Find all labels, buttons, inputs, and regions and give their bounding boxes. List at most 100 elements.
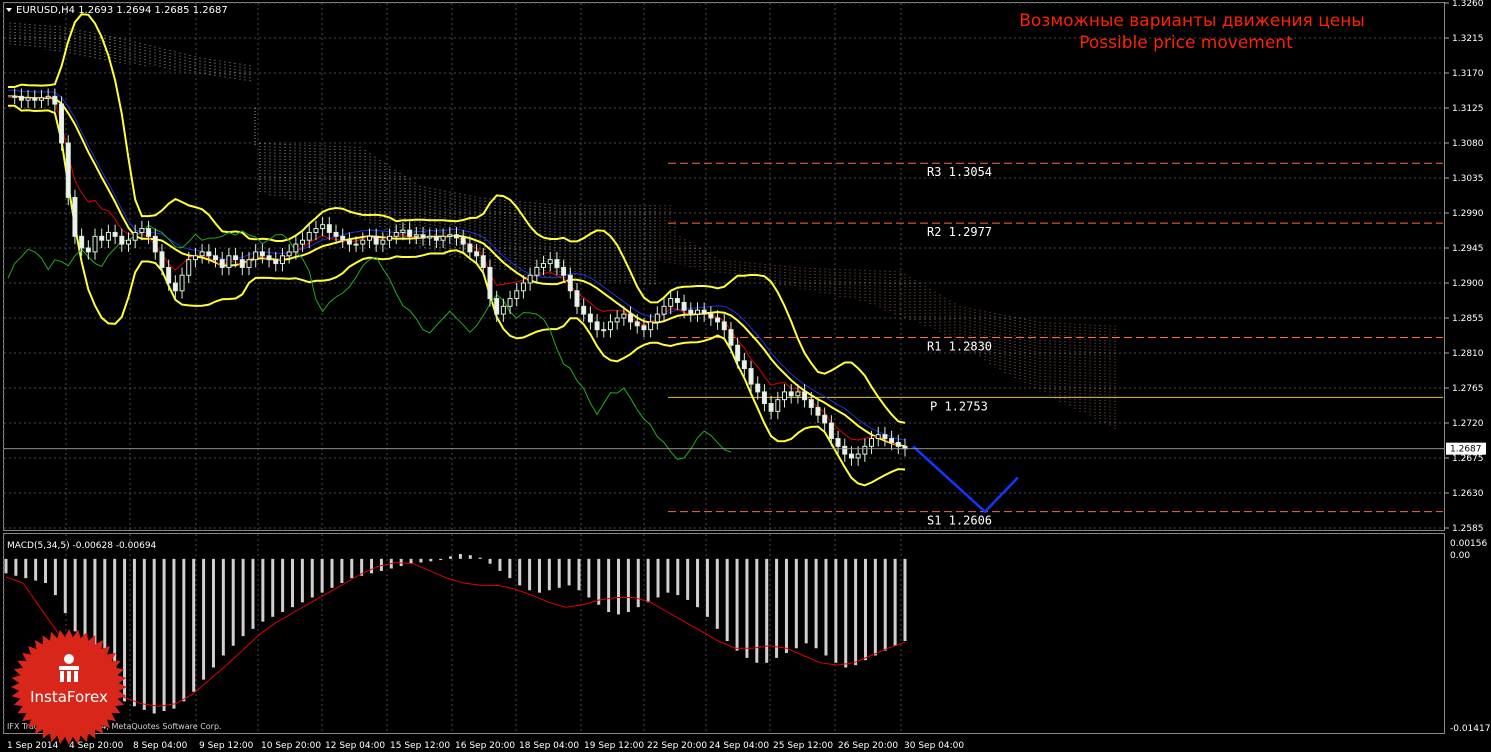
y-tick-label: 1.2675 (1452, 454, 1484, 464)
candle-bear (18, 95, 24, 101)
candle-bear (628, 313, 634, 323)
candle-bear (735, 344, 741, 362)
candle-bear (641, 325, 647, 331)
candle-bull (795, 391, 801, 397)
candle-bull (125, 239, 131, 245)
y-tick-label: 1.3125 (1452, 104, 1484, 114)
candle-bear (634, 321, 640, 327)
x-tick-label: 19 Sep 12:00 (584, 741, 644, 751)
candle-bear (166, 266, 172, 284)
candle-bull (855, 453, 861, 459)
candle-bull (12, 95, 18, 98)
y-tick-label: 1.2810 (1452, 349, 1484, 359)
macd-scale-bottom: -0.01417 (1450, 724, 1490, 734)
candle-bull (668, 298, 674, 307)
candle-bear (206, 251, 212, 257)
candle-bear (159, 251, 165, 268)
candle-bull (427, 235, 433, 239)
candle-bear (420, 234, 426, 239)
candle-bull (186, 259, 192, 276)
y-tick-label: 1.2855 (1452, 314, 1484, 324)
candle-bull (387, 235, 393, 241)
y-tick-label: 1.2720 (1452, 419, 1484, 429)
candle-bear (882, 434, 888, 440)
candle-bull (782, 391, 788, 401)
candle-bear (688, 309, 694, 315)
y-tick-label: 1.2945 (1452, 244, 1484, 254)
candle-bear (808, 399, 814, 408)
chart-canvas: R3 1.3054 R2 1.2977 R1 1.2830 P 1.2753 S1 1.… (0, 0, 1491, 752)
candle-bear (346, 239, 352, 245)
candle-bull (413, 234, 419, 237)
x-tick-label: 26 Sep 20:00 (838, 741, 898, 751)
candle-bull (38, 97, 44, 101)
candle-bear (755, 383, 761, 393)
candle-bull (648, 321, 654, 331)
candle-bear (433, 235, 439, 241)
candle-bull (139, 228, 145, 233)
candle-bear (567, 274, 573, 292)
candle-bear (554, 259, 560, 268)
y-tick-label: 1.3170 (1452, 69, 1484, 79)
candle-bull (601, 329, 607, 332)
candle-bear (674, 298, 680, 303)
candle-bull (380, 239, 386, 245)
candle-bear (708, 313, 714, 319)
y-tick-label: 1.2900 (1452, 279, 1484, 289)
pivot-label-r3: R3 1.3054 (927, 165, 992, 179)
candle-bear (802, 391, 808, 401)
candle-bull (199, 251, 205, 257)
candle-bear (146, 228, 152, 237)
candle-bear (32, 97, 38, 101)
macd-scale-top: 0.00156 (1450, 539, 1487, 549)
candle-bear (172, 282, 178, 292)
candle-bear (842, 445, 848, 455)
y-tick-label: 1.3260 (1452, 0, 1484, 9)
candle-bull (293, 243, 299, 253)
candle-bull (360, 239, 366, 245)
macd-label: MACD(5,34,5) -0.00628 -0.00694 (7, 541, 157, 551)
candle-bear (239, 259, 245, 268)
candle-bull (393, 231, 399, 237)
candle-bull (547, 259, 553, 265)
candle-bear (494, 298, 500, 315)
candle-bear (574, 290, 580, 307)
candle-bull (614, 317, 620, 323)
candle-bear (581, 305, 587, 315)
candle-bull (440, 235, 446, 241)
candle-bear (266, 255, 272, 261)
x-tick-label: 15 Sep 12:00 (390, 741, 450, 751)
y-tick-label: 1.3080 (1452, 139, 1484, 149)
candle-bear (895, 441, 901, 447)
pivot-label-s1: S1 1.2606 (927, 514, 992, 528)
candle-bull (507, 298, 513, 307)
candle-bear (454, 234, 459, 239)
time-axis: 1 Sep 2014 4 Sep 20:00 8 Sep 04:00 9 Sep 12… (7, 741, 964, 751)
symbol-info: EURUSD,H4 1.2693 1.2694 1.2685 1.2687 (16, 5, 228, 16)
pivot-label-r1: R1 1.2830 (927, 339, 992, 353)
candle-bull (607, 321, 613, 331)
candle-bull (366, 235, 372, 241)
candle-bull (306, 231, 312, 241)
x-tick-label: 30 Sep 04:00 (904, 741, 964, 751)
x-tick-label: 12 Sep 04:00 (325, 741, 385, 751)
candle-bear (119, 235, 125, 245)
candle-bear (741, 360, 747, 370)
candle-bear (822, 414, 828, 424)
y-tick-label: 1.3035 (1452, 174, 1484, 184)
candle-bear (889, 438, 895, 443)
candle-bull (654, 313, 660, 323)
candle-bull (661, 305, 667, 315)
candle-bear (373, 235, 379, 245)
candle-bear (152, 235, 158, 253)
x-tick-label: 22 Sep 20:00 (647, 741, 707, 751)
candle-bear (681, 301, 687, 311)
candle-bear (340, 235, 346, 241)
candle-bear (213, 255, 219, 261)
logo-badge (11, 629, 127, 745)
logo-seal (11, 629, 127, 745)
candle-bear (99, 235, 105, 241)
candle-bear (79, 235, 85, 249)
title-russian: Возможные варианты движения цены (1019, 11, 1365, 31)
x-tick-label: 25 Sep 12:00 (773, 741, 833, 751)
